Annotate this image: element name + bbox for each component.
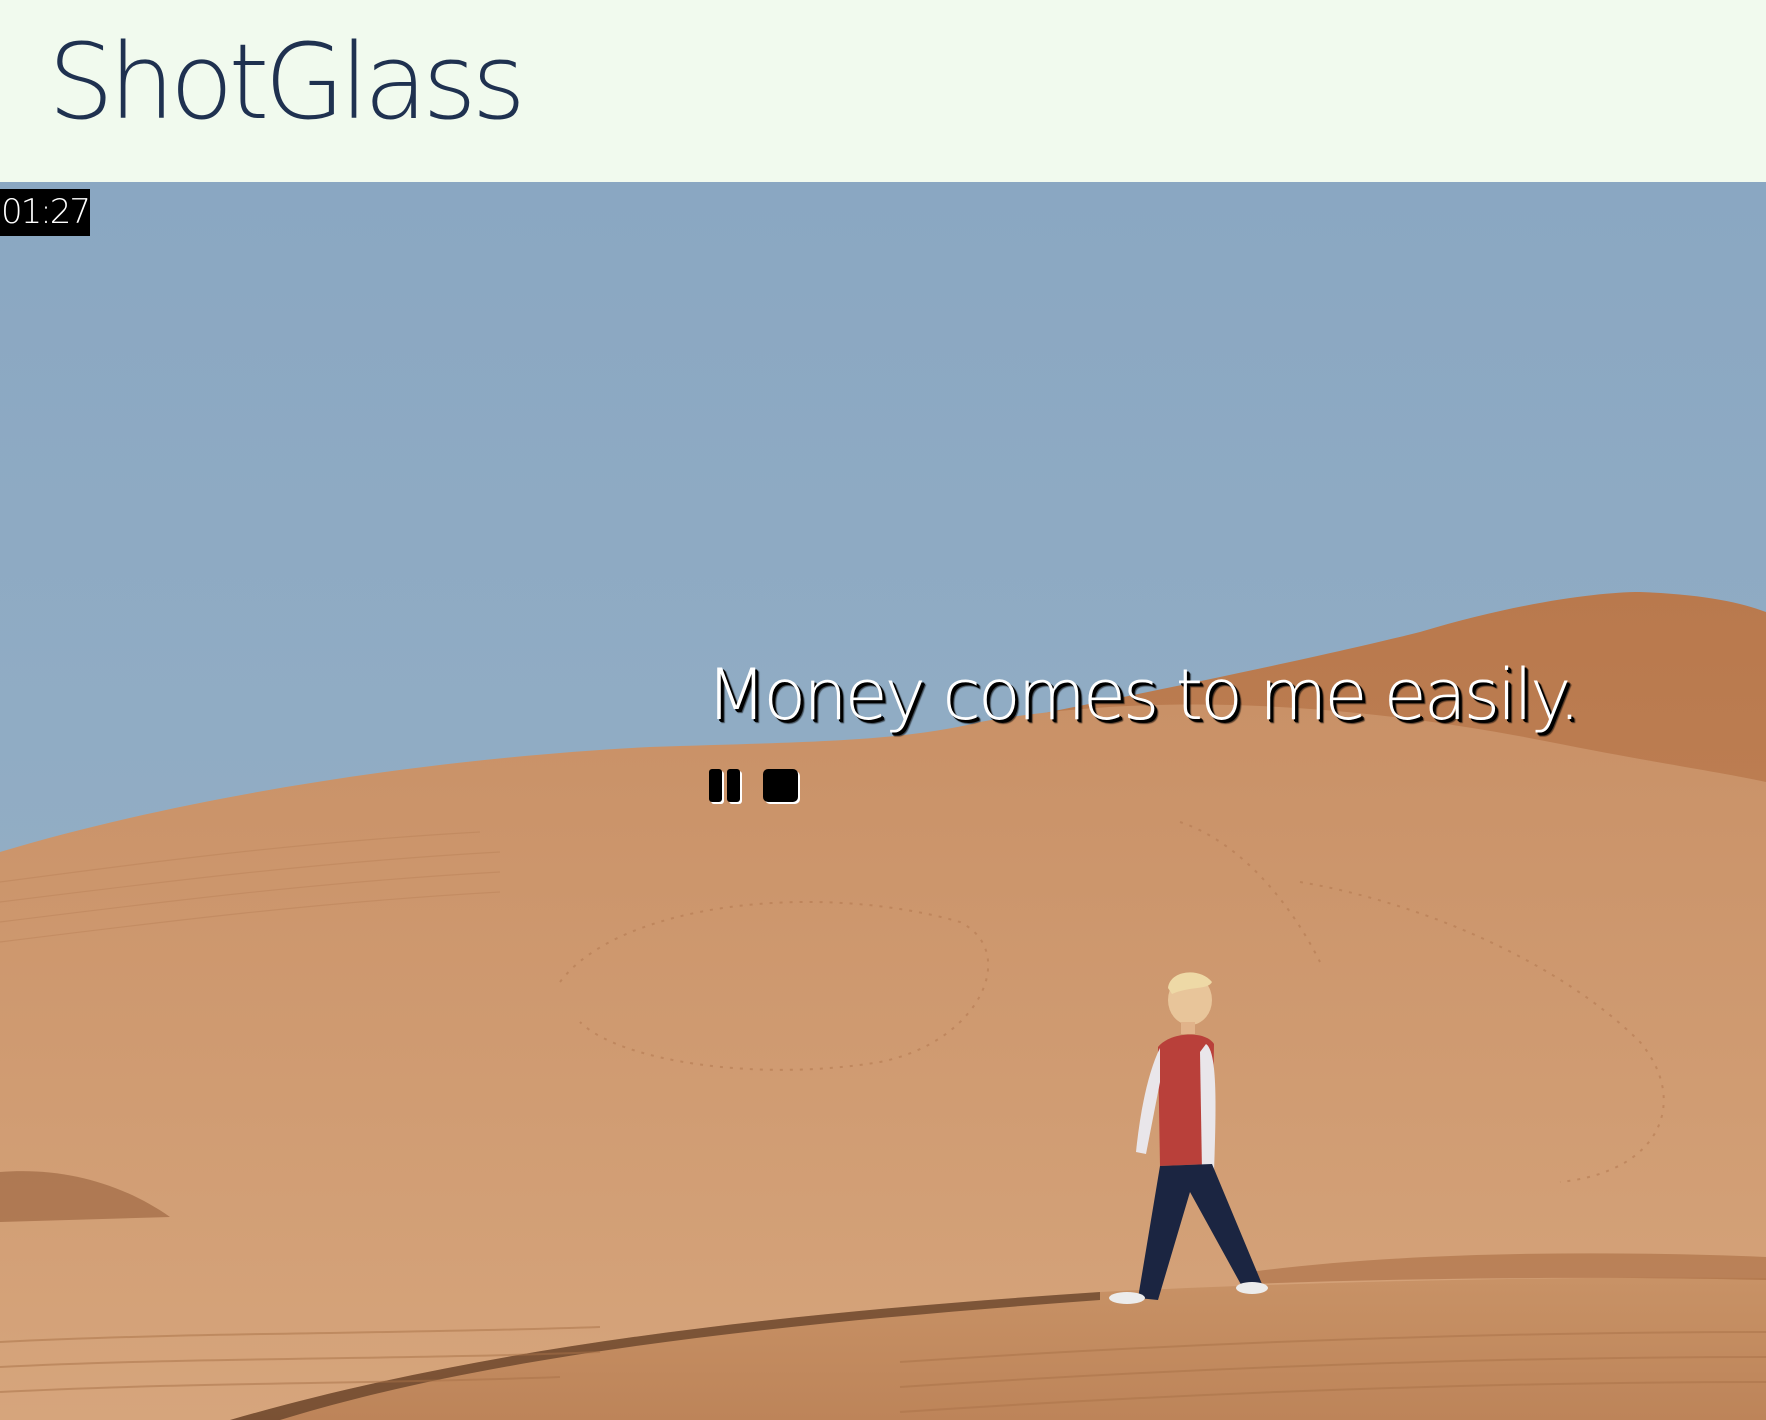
pause-button[interactable]: [708, 766, 748, 806]
stop-icon: [763, 769, 800, 804]
playback-controls: [708, 766, 802, 806]
brand-logo-text[interactable]: ShotGlass: [48, 30, 526, 134]
pause-icon: [709, 769, 742, 804]
site-header: ShotGlass: [0, 0, 1766, 182]
session-timer: 01:27: [0, 189, 91, 236]
background-photo: [0, 182, 1766, 1420]
affirmation-text: Money comes to me easily.: [706, 654, 1581, 736]
stop-button[interactable]: [762, 766, 802, 806]
desert-scene: [0, 182, 1766, 1420]
